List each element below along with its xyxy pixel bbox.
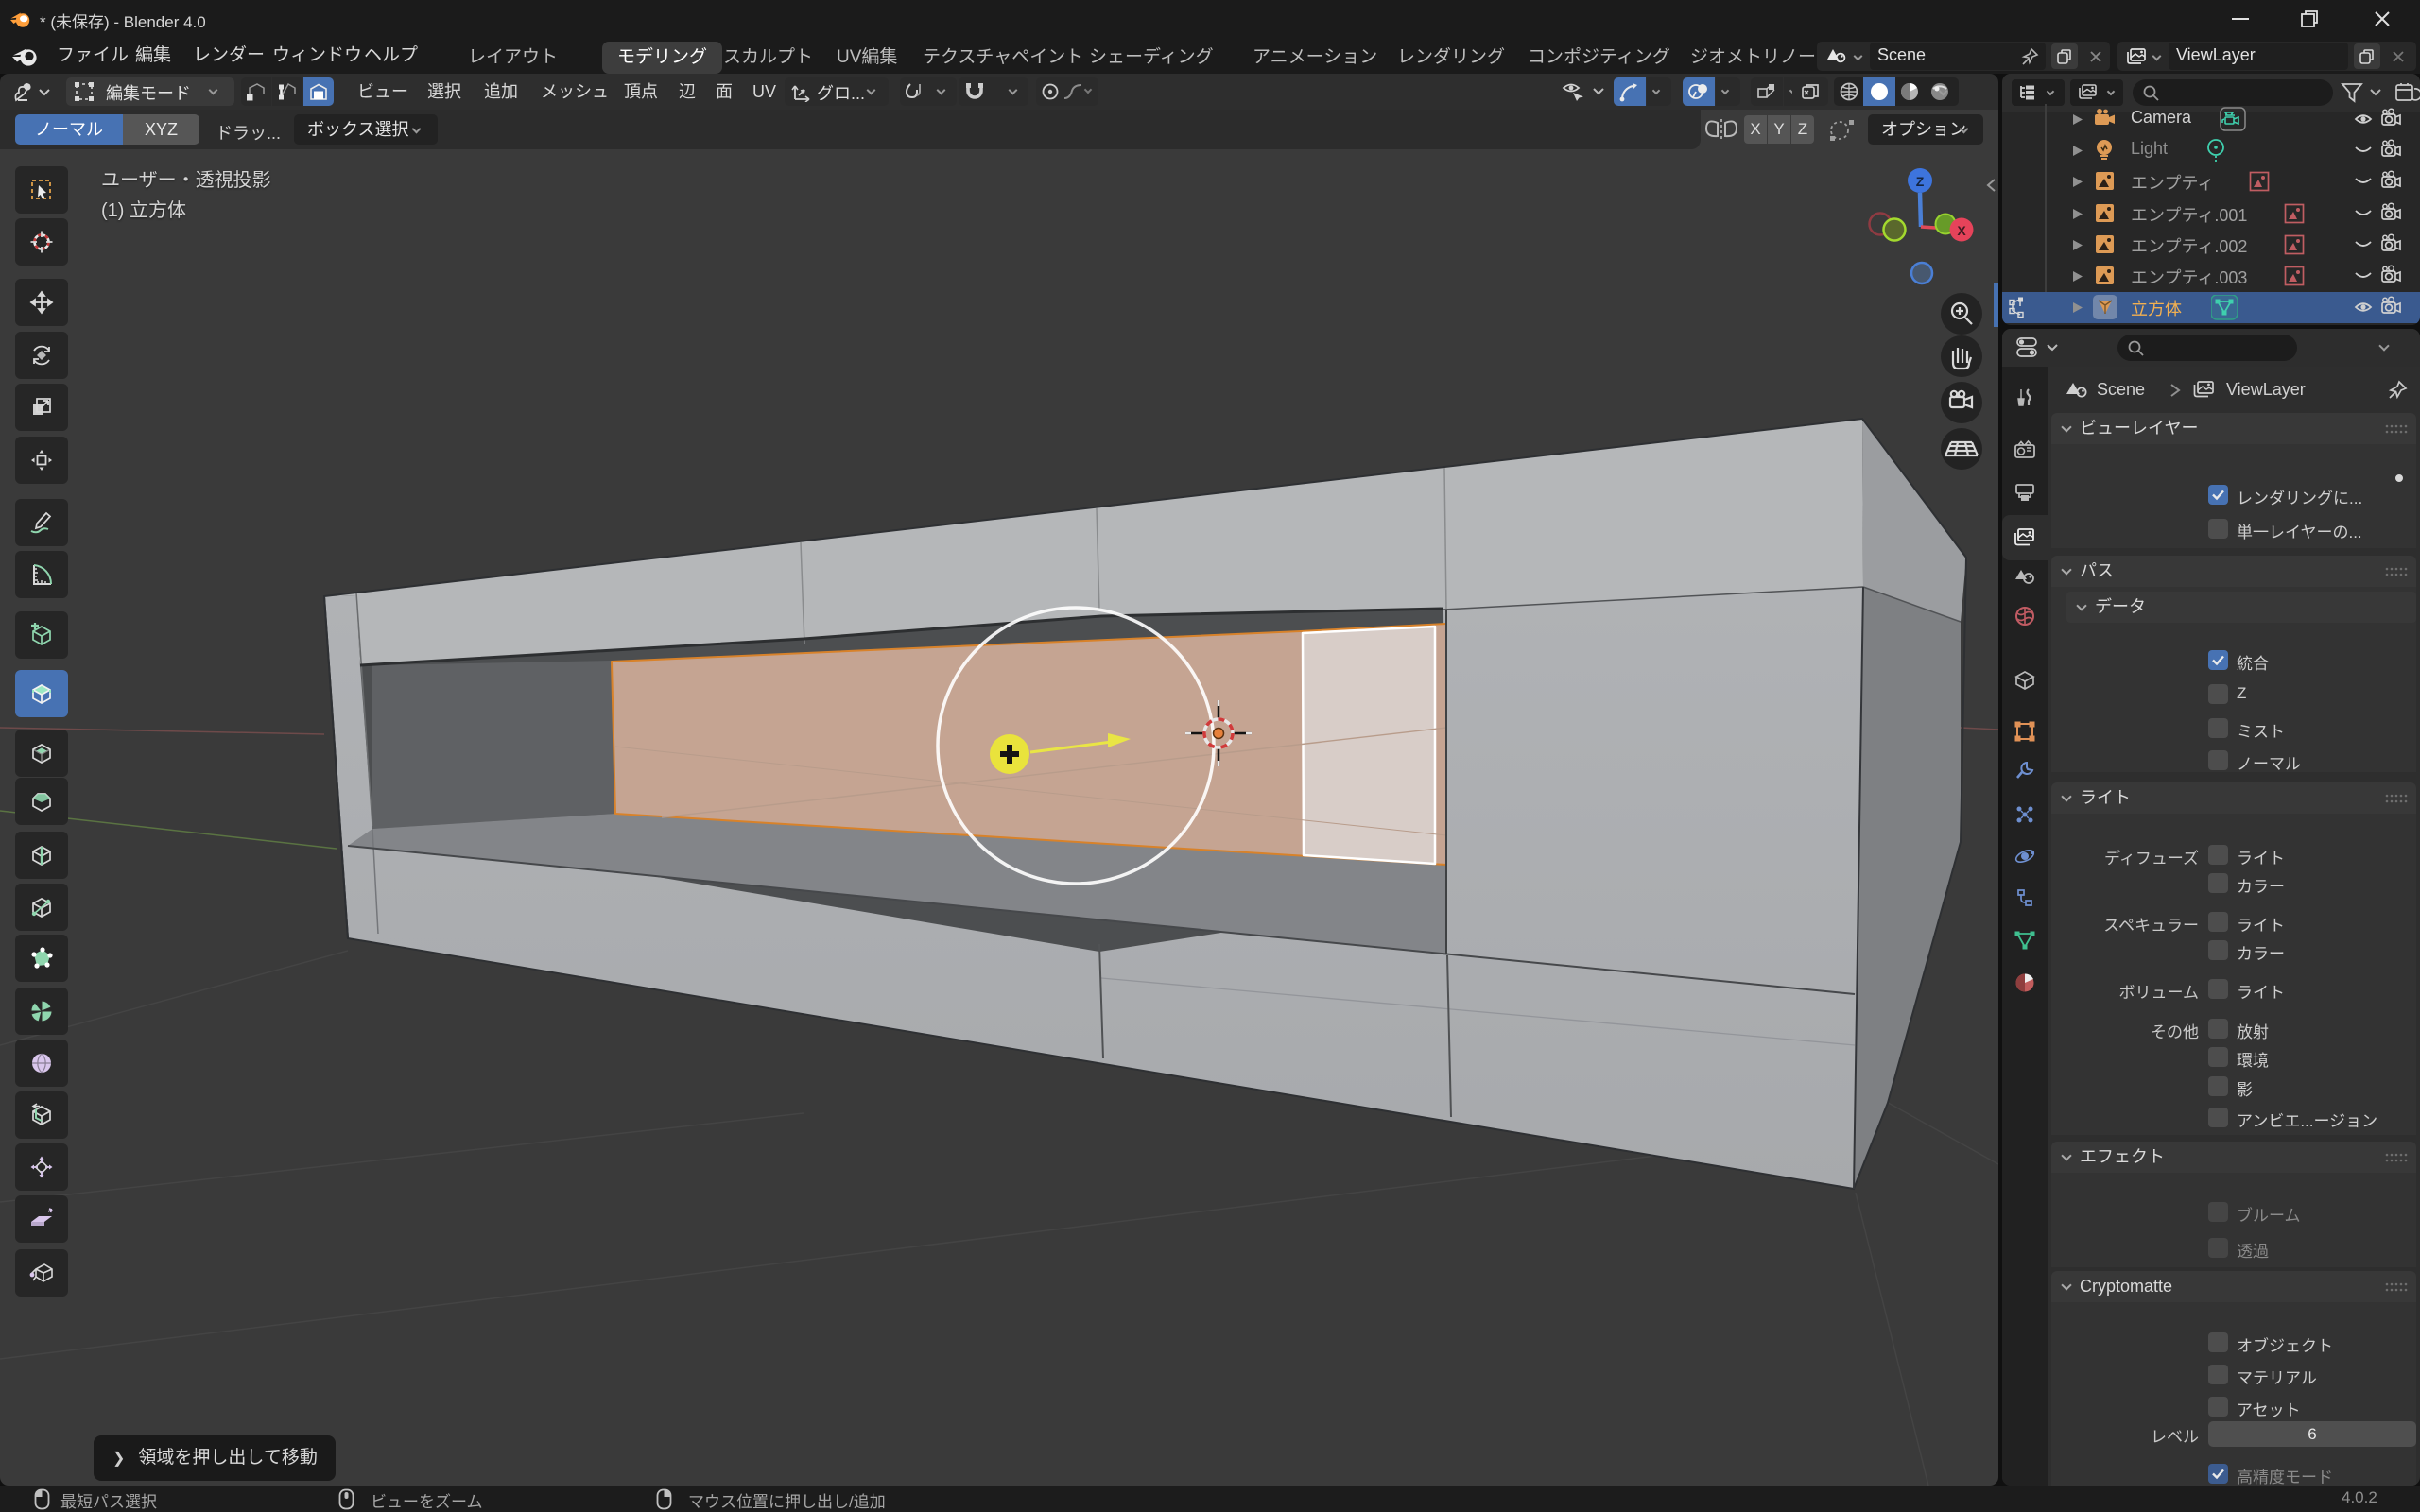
svg-text:X: X (1957, 223, 1966, 238)
svg-text:Z: Z (1916, 174, 1925, 189)
